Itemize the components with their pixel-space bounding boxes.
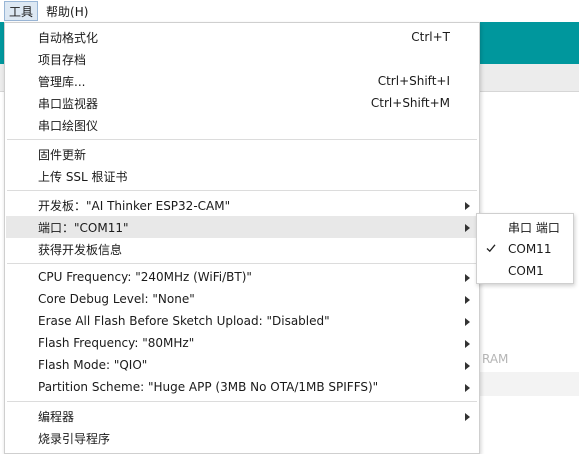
menu-item-firmware-update[interactable]: 固件更新: [6, 143, 478, 165]
menu-item-label: 编程器: [38, 409, 75, 424]
menu-item-upload-ssl-certs[interactable]: 上传 SSL 根证书: [6, 165, 478, 187]
submenu-arrow-icon: [465, 362, 470, 370]
menu-item-label: 固件更新: [38, 147, 87, 162]
submenu-item-com1[interactable]: COM1: [478, 260, 572, 282]
menubar: 工具 帮助(H): [0, 0, 579, 22]
submenu-arrow-icon: [465, 384, 470, 392]
menu-item-auto-format[interactable]: 自动格式化 Ctrl+T: [6, 26, 478, 48]
menu-separator: [7, 401, 477, 402]
menu-item-port[interactable]: 端口："COM11": [6, 216, 478, 238]
menu-item-cpu-frequency[interactable]: CPU Frequency: "240MHz (WiFi/BT)": [6, 266, 478, 288]
menu-item-flash-mode[interactable]: Flash Mode: "QIO": [6, 354, 478, 376]
menu-item-partition-scheme[interactable]: Partition Scheme: "Huge APP (3MB No OTA/…: [6, 376, 478, 398]
menu-item-label: 串口绘图仪: [38, 118, 99, 133]
menu-item-label: Partition Scheme: "Huge APP (3MB No OTA/…: [38, 380, 379, 394]
menu-item-serial-plotter[interactable]: 串口绘图仪: [6, 114, 478, 136]
menu-item-shortcut: Ctrl+T: [411, 30, 450, 44]
checkmark-icon: [486, 244, 496, 253]
menu-item-flash-frequency[interactable]: Flash Frequency: "80MHz": [6, 332, 478, 354]
menu-item-label: Erase All Flash Before Sketch Upload: "D…: [38, 314, 330, 328]
submenu-item-label: COM1: [508, 264, 544, 278]
submenu-item-label: COM11: [508, 242, 552, 256]
menu-item-label: 串口监视器: [38, 96, 99, 111]
submenu-arrow-icon: [465, 340, 470, 348]
menu-item-shortcut: Ctrl+Shift+I: [377, 74, 450, 88]
menubar-item-label: 帮助(H): [46, 4, 89, 19]
menu-item-get-board-info[interactable]: 获得开发板信息: [6, 238, 478, 260]
menu-separator: [7, 139, 477, 140]
menu-item-label: 管理库...: [38, 74, 86, 89]
menu-item-core-debug-level[interactable]: Core Debug Level: "None": [6, 288, 478, 310]
menu-item-serial-monitor[interactable]: 串口监视器 Ctrl+Shift+M: [6, 92, 478, 114]
menu-item-label: CPU Frequency: "240MHz (WiFi/BT)": [38, 270, 252, 284]
menu-item-programmer[interactable]: 编程器: [6, 405, 478, 427]
menu-item-archive-sketch[interactable]: 项目存档: [6, 48, 478, 70]
menu-item-label: 烧录引导程序: [38, 431, 111, 446]
app-status-strip: [478, 372, 579, 396]
tools-menu: 自动格式化 Ctrl+T 项目存档 管理库... Ctrl+Shift+I 串口…: [4, 22, 480, 454]
submenu-arrow-icon: [465, 296, 470, 304]
background-text-fragment-ram: RAM: [482, 352, 509, 366]
submenu-arrow-icon: [465, 224, 470, 232]
submenu-header: 串口 端口: [478, 216, 572, 238]
menu-item-label: 开发板："AI Thinker ESP32-CAM": [38, 198, 231, 213]
submenu-arrow-icon: [465, 274, 470, 282]
menu-item-erase-all-flash[interactable]: Erase All Flash Before Sketch Upload: "D…: [6, 310, 478, 332]
menubar-item-tools[interactable]: 工具: [4, 1, 39, 21]
port-submenu: 串口 端口 COM11 COM1: [476, 213, 574, 284]
menu-item-label: 获得开发板信息: [38, 242, 123, 257]
submenu-arrow-icon: [465, 413, 470, 421]
menu-item-label: Flash Frequency: "80MHz": [38, 336, 195, 350]
menu-item-burn-bootloader[interactable]: 烧录引导程序: [6, 427, 478, 449]
menu-item-label: 项目存档: [38, 52, 87, 67]
menu-item-manage-libraries[interactable]: 管理库... Ctrl+Shift+I: [6, 70, 478, 92]
submenu-header-label: 串口 端口: [508, 220, 560, 235]
menu-item-label: 自动格式化: [38, 30, 99, 45]
submenu-arrow-icon: [465, 202, 470, 210]
menu-item-label: 上传 SSL 根证书: [38, 169, 128, 184]
menu-separator: [7, 263, 477, 264]
menu-item-label: 端口："COM11": [38, 220, 129, 235]
menu-item-label: Core Debug Level: "None": [38, 292, 195, 306]
menu-item-board[interactable]: 开发板："AI Thinker ESP32-CAM": [6, 194, 478, 216]
menu-item-shortcut: Ctrl+Shift+M: [370, 96, 450, 110]
menubar-item-label: 工具: [9, 4, 34, 19]
menu-item-label: Flash Mode: "QIO": [38, 358, 148, 372]
submenu-item-com11[interactable]: COM11: [478, 238, 572, 260]
menu-separator: [7, 190, 477, 191]
submenu-arrow-icon: [465, 318, 470, 326]
menubar-item-help[interactable]: 帮助(H): [42, 1, 92, 21]
